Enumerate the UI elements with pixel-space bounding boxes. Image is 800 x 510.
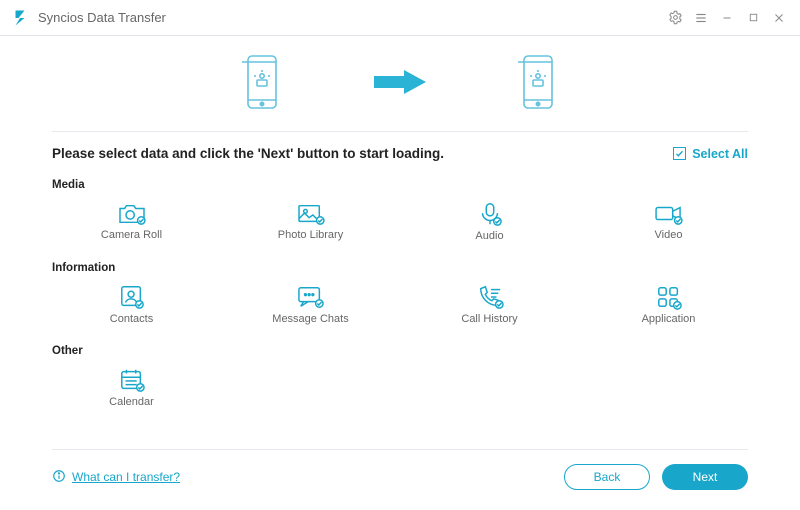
info-icon <box>52 469 66 486</box>
contacts-icon <box>118 284 146 310</box>
source-device-icon <box>242 54 282 115</box>
app-logo <box>10 8 30 28</box>
select-all-label: Select All <box>692 147 748 161</box>
device-row <box>0 36 800 125</box>
item-camera-roll[interactable]: Camera Roll <box>52 197 211 244</box>
next-button[interactable]: Next <box>662 464 748 490</box>
minimize-icon[interactable] <box>716 7 738 29</box>
instruction-text: Please select data and click the 'Next' … <box>52 146 444 161</box>
section-title-information: Information <box>52 262 748 274</box>
item-label: Camera Roll <box>101 229 162 241</box>
item-application[interactable]: Application <box>589 280 748 327</box>
item-label: Photo Library <box>278 229 343 241</box>
item-label: Contacts <box>110 313 153 325</box>
item-label: Call History <box>461 313 517 325</box>
divider <box>52 131 748 132</box>
information-grid: Contacts Message Chats Call History Appl… <box>52 280 748 327</box>
item-label: Message Chats <box>272 313 348 325</box>
video-icon <box>653 202 685 226</box>
calendar-icon <box>118 367 146 393</box>
item-label: Calendar <box>109 396 154 408</box>
item-audio[interactable]: Audio <box>410 197 569 244</box>
item-photo-library[interactable]: Photo Library <box>231 197 390 244</box>
photo-library-icon <box>296 202 326 226</box>
camera-roll-icon <box>117 202 147 226</box>
app-title: Syncios Data Transfer <box>38 10 166 25</box>
section-title-media: Media <box>52 179 748 191</box>
item-call-history[interactable]: Call History <box>410 280 569 327</box>
item-message-chats[interactable]: Message Chats <box>231 280 390 327</box>
maximize-icon[interactable] <box>742 7 764 29</box>
section-title-other: Other <box>52 345 748 357</box>
item-contacts[interactable]: Contacts <box>52 280 211 327</box>
item-video[interactable]: Video <box>589 197 748 244</box>
item-calendar[interactable]: Calendar <box>52 363 211 410</box>
target-device-icon <box>518 54 558 115</box>
message-chats-icon <box>296 284 326 310</box>
other-grid: Calendar <box>52 363 748 410</box>
application-icon <box>655 284 683 310</box>
select-all-checkbox[interactable] <box>673 147 686 160</box>
titlebar: Syncios Data Transfer <box>0 0 800 36</box>
item-label: Audio <box>475 230 503 242</box>
item-label: Video <box>655 229 683 241</box>
call-history-icon <box>475 284 505 310</box>
item-label: Application <box>642 313 696 325</box>
select-all-toggle[interactable]: Select All <box>673 147 748 161</box>
audio-icon <box>476 201 504 227</box>
transfer-arrow-icon <box>372 68 428 101</box>
back-button[interactable]: Back <box>564 464 650 490</box>
help-link[interactable]: What can I transfer? <box>52 469 180 486</box>
close-icon[interactable] <box>768 7 790 29</box>
media-grid: Camera Roll Photo Library Audio Video <box>52 197 748 244</box>
help-link-label: What can I transfer? <box>72 470 180 484</box>
divider <box>52 449 748 450</box>
settings-icon[interactable] <box>664 7 686 29</box>
menu-icon[interactable] <box>690 7 712 29</box>
